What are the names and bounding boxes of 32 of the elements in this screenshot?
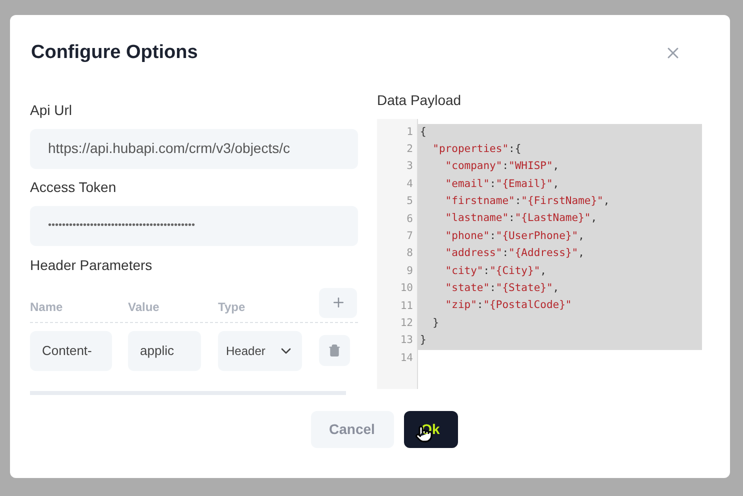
line-number: 9	[406, 264, 413, 279]
input-field[interactable]: https://api.hubapi.com/crm/v3/objects/c	[30, 128, 358, 168]
plus-icon	[330, 295, 346, 310]
line-number: 4	[406, 176, 413, 192]
field-label: Access Token	[30, 178, 118, 196]
line-number: 1	[406, 124, 413, 140]
type-dropdown[interactable]: Header	[218, 330, 302, 370]
column-header: Value	[128, 298, 160, 316]
add-button[interactable]	[319, 288, 357, 318]
input-field[interactable]: applic	[128, 330, 201, 370]
column-header: Type	[218, 298, 246, 316]
delete-button[interactable]	[319, 335, 350, 366]
line-number: 11	[399, 298, 413, 314]
line-number: 12	[399, 316, 413, 331]
line-number: 7	[406, 228, 413, 244]
dialog-title: Configure Options	[31, 41, 198, 65]
line-number: 2	[406, 142, 413, 157]
section-label: Data Payload	[377, 90, 462, 110]
code-editor[interactable]	[377, 118, 702, 388]
line-number: 14	[399, 350, 413, 366]
line-number: 8	[406, 246, 413, 262]
line-number: 3	[406, 159, 413, 174]
section-label: Header Parameters	[30, 256, 154, 274]
line-number: 6	[406, 212, 413, 227]
line-number: 13	[399, 333, 413, 348]
column-header: Name	[30, 298, 64, 316]
password-field[interactable]: ••••••••••••••••••••••••••••••••••••••••••	[30, 206, 358, 246]
field-label: Api Url	[30, 100, 74, 120]
line-number: 10	[399, 281, 413, 296]
line-number: 5	[406, 194, 413, 210]
trash-icon	[328, 344, 341, 357]
input-field[interactable]: Content-	[30, 330, 112, 370]
